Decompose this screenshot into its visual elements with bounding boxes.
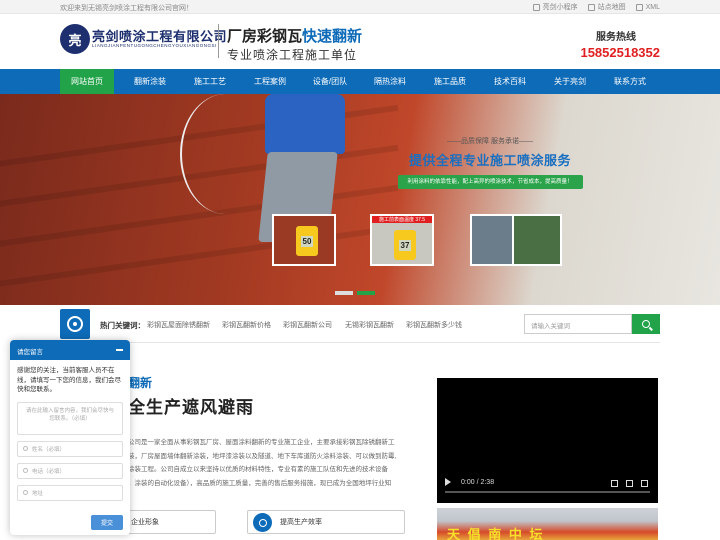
banner-caption: ——品质保障 服务承诺—— 提供全程专业施工喷涂服务 利用涂料的依靠性能，配上高… <box>390 134 590 224</box>
site-header: 亮 亮剑喷涂工程有限公司 LIANGJIANPENTUGONGCHENGYOUX… <box>0 14 720 69</box>
thermometer-icon: 37 <box>394 230 416 260</box>
sitemap-icon <box>587 3 595 11</box>
about-line: ，涂装的自动化设备），高品质的施工质量，完善的售后服务措施，现已成为全国地坪行业… <box>128 479 392 487</box>
more-icon[interactable] <box>641 480 648 487</box>
slogan-sub: 专业喷涂工程施工单位 <box>227 48 358 62</box>
search-icon <box>642 320 650 328</box>
minimize-icon[interactable] <box>116 349 123 351</box>
nav-cases[interactable]: 工程案例 <box>240 69 300 94</box>
banner-title: 提供全程专业施工喷涂服务 <box>408 153 571 168</box>
hotline-label: 服务热线 <box>596 32 636 43</box>
feature-brand-image[interactable]: 企业形象 <box>128 510 216 534</box>
video-controls <box>611 480 648 487</box>
address-field[interactable]: 地址 <box>17 484 123 501</box>
keyword-link[interactable]: 彩钢瓦翻新公司 <box>283 320 332 330</box>
about-line: 涂装工程。公司自成立以来坚持以优质的材料特性，专业有素的施工队伍和先进的技术设备 <box>128 466 388 473</box>
xml-icon <box>635 3 643 11</box>
about-heading-large: 全生产遮风避雨 <box>128 398 254 417</box>
about-heading-small: 翻新 <box>128 376 153 390</box>
feature-efficiency[interactable]: 提高生产效率 <box>247 510 405 534</box>
name-field[interactable]: 姓名（必填） <box>17 440 123 457</box>
hero-banner[interactable]: ——品质保障 服务承诺—— 提供全程专业施工喷涂服务 利用涂料的依靠性能，配上高… <box>0 94 720 305</box>
video-progress[interactable] <box>445 491 650 493</box>
banner-thumb-gauge-1: 50 <box>272 214 336 266</box>
top-bar: 欢迎来到无锡亮剑喷涂工程有限公司官网！ 亮剑小程序 站点地图 XML <box>0 0 720 14</box>
mini-program-icon <box>532 3 540 11</box>
thermometer-icon: 50 <box>296 226 318 256</box>
fullscreen-icon[interactable] <box>626 480 633 487</box>
keywords-label: 热门关键词： <box>100 321 145 330</box>
top-links: 亮剑小程序 站点地图 XML <box>532 2 660 12</box>
about-text: 公司是一家全面从事彩钢瓦厂房、屋面涂料翻新的专业施工企业，主要承接彩钢瓦除锈翻新… <box>128 436 418 490</box>
photo-sign-text: 天 倡 南 中 坛 <box>447 527 545 540</box>
phone-field[interactable]: 电话（必填） <box>17 462 123 479</box>
carousel-dot[interactable] <box>335 291 353 295</box>
video-time: 0:00 / 2:38 <box>461 479 495 486</box>
nav-process[interactable]: 施工工艺 <box>180 69 240 94</box>
sitemap-link[interactable]: 站点地图 <box>587 2 626 12</box>
about-line: 公司是一家全面从事彩钢瓦厂房、屋面涂料翻新的专业施工企业，主要承接彩钢瓦除锈翻新… <box>128 439 395 446</box>
hotline-number: 15852518352 <box>580 45 660 60</box>
keyword-link[interactable]: 彩钢瓦翻新价格 <box>222 320 271 330</box>
keyword-link[interactable]: 彩钢瓦屋面除锈翻新 <box>147 320 210 330</box>
main-nav: 网站首页 翻新涂装 施工工艺 工程案例 设备/团队 隔热涂料 施工品质 技术百科… <box>0 69 720 94</box>
header-divider <box>218 24 219 58</box>
nav-quality[interactable]: 施工品质 <box>420 69 480 94</box>
chat-title: 请您留言 <box>17 349 43 356</box>
keyword-bar: 热门关键词： 彩钢瓦屋面除锈翻新 彩钢瓦翻新价格 彩钢瓦翻新公司 无锡彩钢瓦翻新… <box>60 305 660 343</box>
logo-icon[interactable]: 亮 <box>60 24 90 54</box>
nav-renovation[interactable]: 翻新涂装 <box>120 69 180 94</box>
welcome-text: 欢迎来到无锡亮剑喷涂工程有限公司官网！ <box>60 5 193 12</box>
play-icon[interactable] <box>445 478 451 486</box>
nav-wiki[interactable]: 技术百科 <box>480 69 540 94</box>
phone-icon <box>23 468 28 473</box>
about-line: 装，厂房屋面墙体翻新涂装，地坪漆涂装以及隧道、地下车库道防火涂料涂装、可以做到防… <box>128 452 397 460</box>
company-pinyin: LIANGJIANPENTUGONGCHENGYOUXIANGONGSI <box>92 43 217 48</box>
mini-program-link[interactable]: 亮剑小程序 <box>532 2 578 12</box>
nav-insulation[interactable]: 隔热涂料 <box>360 69 420 94</box>
keyword-link[interactable]: 无锡彩钢瓦翻新 <box>345 320 394 330</box>
search-button[interactable] <box>632 314 660 334</box>
nav-home[interactable]: 网站首页 <box>60 69 114 94</box>
carousel-dots <box>335 291 375 295</box>
project-photo: 天 倡 南 中 坛 <box>437 508 658 540</box>
banner-strip: 利用涂料的依靠性能，配上高异的喷涂技术，节省成本，提高质量！ <box>397 175 583 189</box>
thumb-tag: 施工前表面温度 37.5 <box>372 216 432 223</box>
slogan-main: 厂房彩钢瓦快速翻新 <box>227 28 363 45</box>
location-icon <box>23 490 28 495</box>
target-icon <box>60 309 90 339</box>
search-input[interactable]: 请输入关键词 <box>524 314 632 334</box>
efficiency-icon <box>253 513 272 532</box>
chat-message: 感谢您的关注，当前客服人员不在线，请填写一下您的信息，我们会尽快和您联系。 <box>17 367 121 393</box>
banner-thumb-gauge-2: 施工前表面温度 37.5 37 <box>370 214 434 266</box>
banner-thumb-team <box>512 214 562 266</box>
keyword-link[interactable]: 彩钢瓦翻新多少钱 <box>406 320 462 330</box>
volume-icon[interactable] <box>611 480 618 487</box>
user-icon <box>23 446 28 451</box>
xml-link[interactable]: XML <box>635 2 660 12</box>
message-textarea[interactable]: 请在此输入留言内容，我们会尽快与您联系。（必填） <box>17 401 123 435</box>
chat-header: 请您留言 <box>10 340 130 360</box>
nav-contact[interactable]: 联系方式 <box>600 69 660 94</box>
nav-about[interactable]: 关于亮剑 <box>540 69 600 94</box>
carousel-dot-active[interactable] <box>357 291 375 295</box>
submit-button[interactable]: 提交 <box>91 515 123 530</box>
slogan-highlight: 快速翻新 <box>302 28 363 45</box>
nav-equipment[interactable]: 设备/团队 <box>300 69 360 94</box>
chat-widget: 请您留言 感谢您的关注，当前客服人员不在线，请填写一下您的信息，我们会尽快和您联… <box>10 340 130 535</box>
banner-subtitle: ——品质保障 服务承诺—— <box>447 138 533 145</box>
video-player[interactable]: 0:00 / 2:38 <box>437 378 658 503</box>
